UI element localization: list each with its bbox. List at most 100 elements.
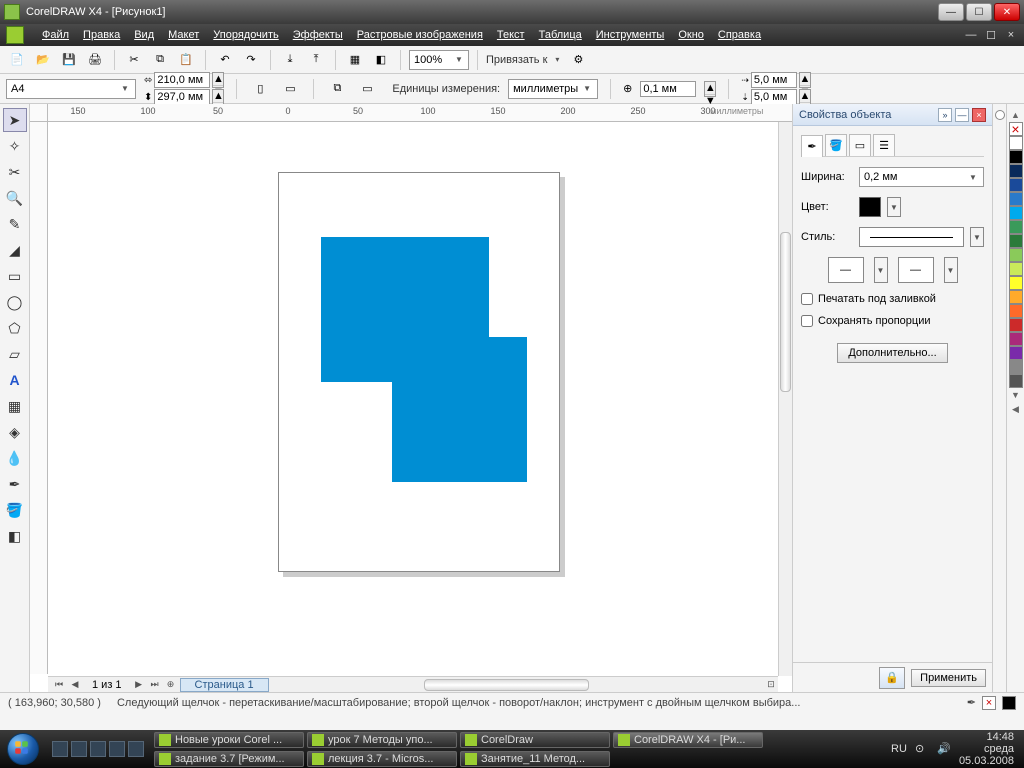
chevron-down-icon[interactable]: ▼ [970,227,984,247]
import-button[interactable]: ⤓ [279,49,301,71]
canvas[interactable] [48,122,778,674]
zoom-input[interactable] [414,54,454,66]
page-width-field[interactable]: 210,0 мм [154,72,210,88]
swatch-none[interactable]: × [1009,122,1023,136]
ruler-origin[interactable] [30,104,48,122]
ql-item[interactable] [90,741,106,757]
tab-fill[interactable]: 🪣 [825,134,847,156]
color-swatch[interactable] [1009,248,1023,262]
shape-tool[interactable]: ✧ [3,134,27,158]
color-swatch[interactable] [1009,192,1023,206]
scale-with-checkbox[interactable]: Сохранять пропорции [801,315,984,327]
fill-swatch[interactable] [1002,696,1016,710]
ql-item[interactable] [109,741,125,757]
redo-button[interactable]: ↷ [240,49,262,71]
color-swatch[interactable] [1009,374,1023,388]
color-swatch[interactable] [1009,136,1023,150]
print-button[interactable]: 🖨 [84,49,106,71]
chevron-down-icon[interactable]: ▼ [119,84,131,93]
ql-item[interactable] [128,741,144,757]
ql-item[interactable] [52,741,68,757]
all-pages-button[interactable]: ⧉ [326,78,348,100]
page-width-spinner[interactable]: ▲▼ [212,72,224,88]
menu-edit[interactable]: Правка [83,29,120,41]
menu-arrange[interactable]: Упорядочить [213,29,278,41]
palette-up-icon[interactable]: ▲ [1011,108,1020,122]
menu-file[interactable]: Файл [42,29,69,41]
task-button[interactable]: Новые уроки Corel ... [154,732,304,748]
outline-pen-icon[interactable]: ✒ [967,696,976,709]
fill-tool[interactable]: 🪣 [3,498,27,522]
docker-tab-icon[interactable] [995,110,1005,120]
eyedropper-tool[interactable]: 💧 [3,446,27,470]
color-swatch[interactable] [1009,290,1023,304]
menu-view[interactable]: Вид [134,29,154,41]
freehand-tool[interactable]: ✎ [3,212,27,236]
horizontal-ruler[interactable]: 150 100 50 0 50 100 150 200 250 300 милл… [48,104,792,122]
close-button[interactable]: ✕ [994,3,1020,21]
prev-page-button[interactable]: ◀ [68,678,82,692]
dup-x-field[interactable]: 5,0 мм [751,72,797,88]
advanced-button[interactable]: Дополнительно... [837,343,947,363]
current-page-button[interactable]: ▭ [356,78,378,100]
units-combo[interactable]: миллиметры ▼ [508,79,598,99]
tab-outline-pen[interactable]: ✒ [801,135,823,157]
docker-expand-button[interactable]: » [938,108,952,122]
behind-fill-checkbox[interactable]: Печатать под заливкой [801,293,984,305]
pick-tool[interactable]: ➤ [3,108,27,132]
outline-width-combo[interactable]: 0,2 мм ▼ [859,167,984,187]
zoom-combo[interactable]: ▼ [409,50,469,70]
lock-button[interactable]: 🔒 [879,667,905,689]
options-button[interactable]: ⚙ [567,49,589,71]
menu-table[interactable]: Таблица [539,29,582,41]
color-swatch[interactable] [1009,150,1023,164]
color-swatch[interactable] [1009,318,1023,332]
menu-layout[interactable]: Макет [168,29,199,41]
vertical-scrollbar[interactable] [778,122,792,676]
welcome-button[interactable]: ◧ [370,49,392,71]
dup-y-spinner[interactable]: ▲▼ [799,89,811,105]
first-page-button[interactable]: ⏮ [52,678,66,692]
behind-fill-input[interactable] [801,293,813,305]
color-swatch[interactable] [1009,178,1023,192]
mdi-minimize-icon[interactable]: — [964,29,978,41]
color-dropdown-icon[interactable]: ▼ [887,197,901,217]
menu-text[interactable]: Текст [497,29,525,41]
export-button[interactable]: ⤒ [305,49,327,71]
end-arrow-combo[interactable]: — [898,257,934,283]
new-button[interactable]: 📄 [6,49,28,71]
color-swatch[interactable] [1009,206,1023,220]
outline-swatch[interactable]: × [982,696,996,710]
page-height-field[interactable]: 297,0 мм [154,89,210,105]
snap-to-label[interactable]: Привязать к [486,54,547,66]
mdi-close-icon[interactable]: × [1004,29,1018,41]
scrollbar-thumb[interactable] [780,232,791,392]
paste-button[interactable]: 📋 [175,49,197,71]
ql-item[interactable] [71,741,87,757]
palette-flyout-icon[interactable]: ◀ [1012,402,1019,416]
chevron-down-icon[interactable]: ▼ [967,173,979,182]
task-button[interactable]: Занятие_11 Метод... [460,751,610,767]
color-swatch[interactable] [1009,164,1023,178]
chevron-down-icon[interactable]: ▼ [944,257,958,283]
add-page-button[interactable]: ⊕ [164,678,178,692]
navigator-button[interactable]: ⊡ [764,678,778,692]
docker-close-button[interactable]: × [972,108,986,122]
palette-down-icon[interactable]: ▼ [1011,388,1020,402]
color-swatch[interactable] [1009,304,1023,318]
page-tab-1[interactable]: Страница 1 [180,678,269,692]
color-swatch[interactable] [1009,346,1023,360]
undo-button[interactable]: ↶ [214,49,236,71]
menu-effects[interactable]: Эффекты [293,29,343,41]
polygon-tool[interactable]: ⬠ [3,316,27,340]
color-swatch[interactable] [1009,332,1023,346]
menu-tools[interactable]: Инструменты [596,29,665,41]
table-tool[interactable]: ▦ [3,394,27,418]
zoom-tool[interactable]: 🔍 [3,186,27,210]
minimize-button[interactable]: — [938,3,964,21]
outline-style-combo[interactable] [859,227,964,247]
task-button[interactable]: CorelDRAW X4 - [Ри... [613,732,763,748]
horizontal-scrollbar[interactable] [283,679,754,691]
color-swatch[interactable] [1009,262,1023,276]
rectangle-tool[interactable]: ▭ [3,264,27,288]
